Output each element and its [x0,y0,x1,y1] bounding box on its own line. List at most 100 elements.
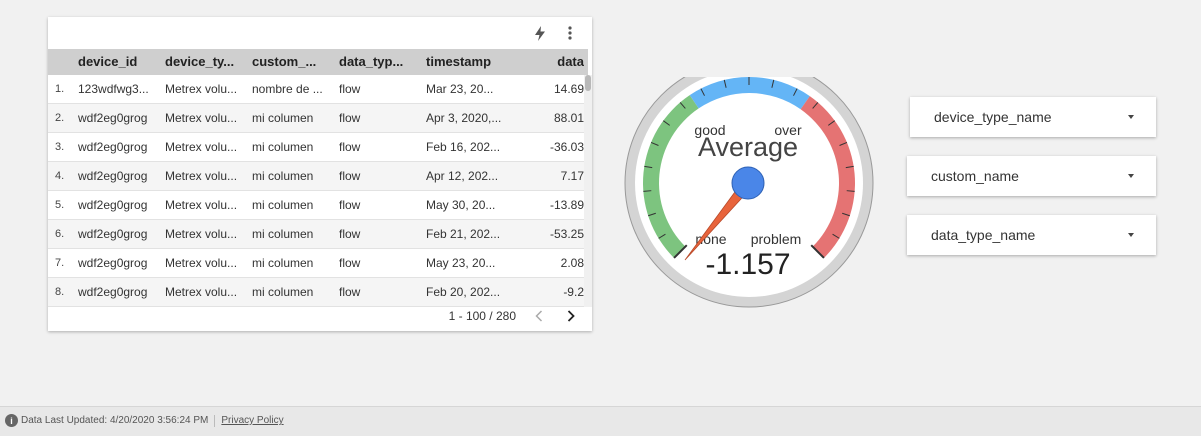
timestamp-cell: Apr 3, 2020,... [426,111,502,125]
column-header-timestamp[interactable]: timestamp [426,49,504,75]
table-row[interactable]: 1. 123wdfwg3... Metrex volu... nombre de ..… [48,75,588,104]
timestamp-cell: May 23, 20... [426,256,496,270]
caret-down-icon [1128,115,1134,119]
next-page-button[interactable] [562,307,580,325]
lightning-bolt-icon[interactable] [532,25,548,41]
chevron-right-icon [567,310,575,322]
data-last-updated: Data Last Updated: 4/20/2020 3:56:24 PM [21,415,209,426]
filter-data-type-name[interactable]: data_type_name [907,215,1156,255]
table-row[interactable]: 7. wdf2eg0grog Metrex volu... mi columen flo… [48,249,588,278]
row-number: 8. [55,286,65,298]
timestamp-cell: May 30, 20... [426,198,496,212]
timestamp-cell: Feb 20, 202... [426,285,501,299]
scrollbar-thumb[interactable] [585,75,591,91]
device-id-cell: wdf2eg0grog [78,285,148,299]
device-id-cell: wdf2eg0grog [78,256,148,270]
data-type-cell: flow [339,140,361,154]
row-number: 1. [55,83,65,95]
timestamp-cell: Feb 16, 202... [426,140,501,154]
gauge-tick [846,190,855,192]
device-id-cell: wdf2eg0grog [78,169,148,183]
gauge-title: Average [698,132,798,162]
chevron-left-icon [535,310,543,322]
column-header-device-id[interactable]: device_id [78,49,156,75]
gauge-tick [643,190,652,192]
data-type-cell: flow [339,285,361,299]
custom-name-cell: mi columen [252,198,314,212]
row-number: 7. [55,257,65,269]
column-header-data[interactable]: data [510,49,584,75]
gauge-value: -1.157 [705,248,790,281]
row-number: 3. [55,141,65,153]
timestamp-cell: Mar 23, 20... [426,82,494,96]
filter-custom-name[interactable]: custom_name [907,156,1156,196]
custom-name-cell: mi columen [252,111,314,125]
row-number: 2. [55,112,65,124]
gauge-hub [731,166,765,200]
data-value-cell: 14.69 [553,82,584,96]
table-row[interactable]: 6. wdf2eg0grog Metrex volu... mi columen flo… [48,220,588,249]
device-type-cell: Metrex volu... [165,285,238,299]
data-type-cell: flow [339,82,361,96]
table-header: device_id device_ty... custom_... data_t… [48,49,588,75]
column-header-device-type[interactable]: device_ty... [165,49,243,75]
device-id-cell: wdf2eg0grog [78,111,148,125]
data-type-cell: flow [339,256,361,270]
filter-label: custom_name [931,168,1019,184]
data-type-cell: flow [339,169,361,183]
data-value-cell: -9.2 [563,285,584,299]
filter-label: device_type_name [934,109,1052,125]
row-number: 4. [55,170,65,182]
table-row[interactable]: 5. wdf2eg0grog Metrex volu... mi columen flo… [48,191,588,220]
device-type-cell: Metrex volu... [165,140,238,154]
device-type-cell: Metrex volu... [165,227,238,241]
info-icon: i [5,414,18,427]
footer-divider [214,414,216,427]
table-row[interactable]: 8. wdf2eg0grog Metrex volu... mi columen flo… [48,278,588,307]
data-value-cell: -53.25 [549,227,584,241]
caret-down-icon [1128,174,1134,178]
report-footer: i Data Last Updated: 4/20/2020 3:56:24 P… [0,406,1201,436]
row-number: 6. [55,228,65,240]
data-value-cell: -36.03 [549,140,584,154]
privacy-policy-link[interactable]: Privacy Policy [221,415,283,426]
data-type-cell: flow [339,198,361,212]
data-value-cell: -13.89 [549,198,584,212]
average-gauge: good over Average none problem -1.157 [622,58,876,309]
custom-name-cell: mi columen [252,227,314,241]
data-type-cell: flow [339,111,361,125]
data-table-card: device_id device_ty... custom_... data_t… [48,17,592,331]
data-value-cell: 2.08 [560,256,584,270]
table-row[interactable]: 3. wdf2eg0grog Metrex volu... mi columen flo… [48,133,588,162]
column-header-data-type[interactable]: data_typ... [339,49,409,75]
table-body: 1. 123wdfwg3... Metrex volu... nombre de ..… [48,75,588,307]
custom-name-cell: mi columen [252,169,314,183]
table-scrollbar[interactable] [584,75,592,307]
caret-down-icon [1128,233,1134,237]
previous-page-button[interactable] [530,307,548,325]
device-type-cell: Metrex volu... [165,198,238,212]
custom-name-cell: mi columen [252,140,314,154]
custom-name-cell: mi columen [252,285,314,299]
timestamp-cell: Feb 21, 202... [426,227,501,241]
device-id-cell: 123wdfwg3... [78,82,149,96]
more-vertical-icon[interactable] [562,25,578,41]
table-toolbar [532,25,578,41]
column-header-custom[interactable]: custom_... [252,49,330,75]
table-pagination: 1 - 100 / 280 [449,305,580,327]
filter-label: data_type_name [931,227,1036,243]
custom-name-cell: nombre de ... [252,82,323,96]
data-type-cell: flow [339,227,361,241]
gauge-label-problem: problem [751,231,802,247]
custom-name-cell: mi columen [252,256,314,270]
device-type-cell: Metrex volu... [165,169,238,183]
data-value-cell: 88.01 [553,111,584,125]
table-row[interactable]: 4. wdf2eg0grog Metrex volu... mi columen flo… [48,162,588,191]
timestamp-cell: Apr 12, 202... [426,169,499,183]
device-id-cell: wdf2eg0grog [78,198,148,212]
pagination-range: 1 - 100 / 280 [448,309,516,323]
device-type-cell: Metrex volu... [165,111,238,125]
row-number: 5. [55,199,65,211]
filter-device-type-name[interactable]: device_type_name [910,97,1156,137]
table-row[interactable]: 2. wdf2eg0grog Metrex volu... mi columen flo… [48,104,588,133]
